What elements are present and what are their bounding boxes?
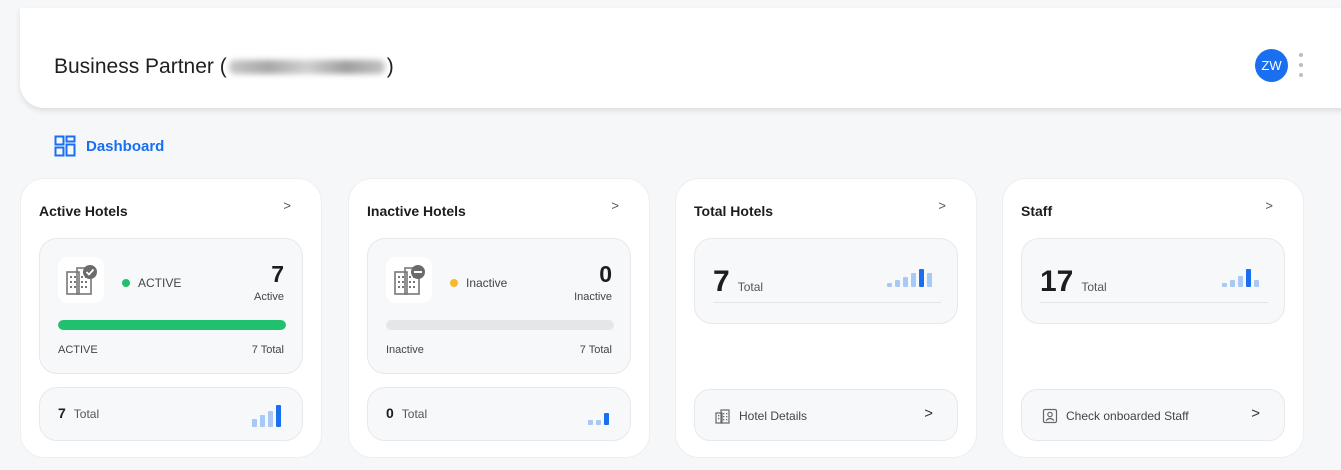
check-onboarded-staff-button[interactable]: Check onboarded Staff > (1021, 389, 1285, 441)
dashboard-icon (54, 135, 76, 157)
mini-bar-chart-icon (588, 413, 609, 425)
mini-bar-chart-icon (1222, 269, 1259, 287)
status-panel: ACTIVE 7 Active ACTIVE 7 Total (39, 238, 303, 374)
total-label: Total (401, 407, 428, 421)
status-dot (122, 279, 130, 287)
chevron-right-icon[interactable]: > (611, 198, 619, 213)
progress-bar (58, 320, 286, 330)
staff-card: Staff > 17 Total Check onboarded Staff > (1002, 178, 1304, 458)
hotel-details-button[interactable]: Hotel Details > (694, 389, 958, 441)
breadcrumb-label: Dashboard (86, 137, 165, 155)
chevron-right-icon: > (1251, 405, 1260, 422)
page-title: Business Partner () (54, 55, 394, 79)
total-number: 7 (58, 405, 66, 421)
mini-bar-chart-icon (887, 269, 932, 287)
total-panel: 7 Total (39, 387, 303, 441)
total-panel: 7 Total (694, 238, 958, 324)
count-label: Inactive (574, 291, 612, 303)
bar-left-label: Inactive (386, 344, 424, 356)
hotel-minus-icon (386, 257, 432, 303)
card-title: Inactive Hotels (367, 203, 466, 219)
redacted-domain (228, 60, 385, 74)
avatar[interactable]: ZW (1255, 49, 1288, 82)
card-title: Staff (1021, 203, 1053, 219)
button-label: Check onboarded Staff (1066, 409, 1189, 423)
total-panel: 17 Total (1021, 238, 1285, 324)
divider (713, 302, 941, 303)
progress-fill (58, 320, 286, 330)
chevron-right-icon[interactable]: > (938, 198, 946, 213)
total-number: 17 (1040, 265, 1074, 298)
id-card-icon (1042, 408, 1058, 424)
top-header: Business Partner () ZW (20, 8, 1341, 108)
hotel-check-icon (58, 257, 104, 303)
breadcrumb[interactable]: Dashboard (54, 135, 164, 157)
total-number: 0 (386, 405, 394, 421)
divider (1040, 302, 1268, 303)
bar-right-label: 7 Total (579, 344, 612, 356)
inactive-count: 0 (599, 261, 612, 287)
active-hotels-card: Active Hotels > ACTIVE 7 Active ACTIVE 7… (20, 178, 322, 458)
active-count: 7 (271, 261, 284, 287)
chevron-right-icon: > (924, 405, 933, 422)
status-panel: Inactive 0 Inactive Inactive 7 Total (367, 238, 631, 374)
count-label: Active (254, 291, 284, 303)
bar-right-label: 7 Total (251, 344, 284, 356)
total-label: Total (737, 280, 764, 294)
status-label: ACTIVE (122, 276, 181, 290)
hotel-icon (715, 409, 730, 424)
total-label: Total (73, 407, 100, 421)
chevron-right-icon[interactable]: > (1265, 198, 1273, 213)
bar-left-label: ACTIVE (58, 344, 98, 356)
chevron-right-icon[interactable]: > (283, 198, 291, 213)
total-number: 7 (713, 265, 730, 298)
title-prefix: Business Partner ( (54, 55, 227, 78)
more-menu-icon[interactable] (1298, 50, 1304, 80)
total-label: Total (1081, 280, 1107, 294)
progress-bar (386, 320, 614, 330)
status-label: Inactive (450, 276, 507, 290)
total-hotels-card: Total Hotels > 7 Total Hotel Details > (675, 178, 977, 458)
title-suffix: ) (386, 55, 394, 78)
total-panel: 0 Total (367, 387, 631, 441)
button-label: Hotel Details (739, 409, 808, 423)
card-title: Total Hotels (694, 203, 774, 219)
status-dot (450, 279, 458, 287)
inactive-hotels-card: Inactive Hotels > Inactive 0 Inactive In… (348, 178, 650, 458)
mini-bar-chart-icon (252, 405, 281, 427)
card-title: Active Hotels (39, 203, 128, 219)
